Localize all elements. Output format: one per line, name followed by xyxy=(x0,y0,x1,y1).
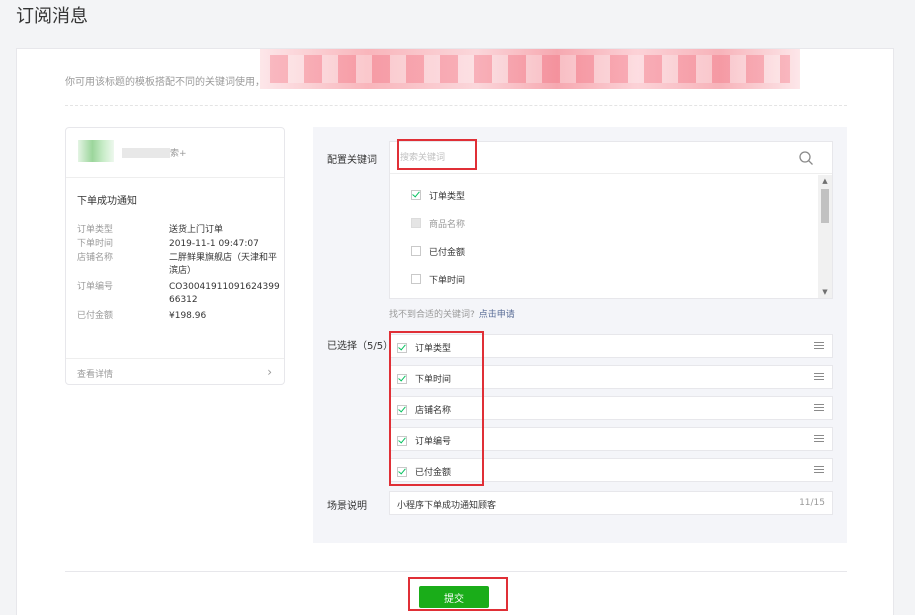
scroll-up-icon[interactable]: ▲ xyxy=(818,175,832,187)
selected-keyword-row[interactable]: 订单编号 xyxy=(389,427,833,451)
message-preview-card: 索+ 下单成功通知 订单类型 送货上门订单 下单时间 2019-11-1 09:… xyxy=(65,127,285,385)
checkbox-empty-icon[interactable] xyxy=(411,246,421,256)
drag-handle-icon[interactable] xyxy=(814,435,824,443)
submit-button[interactable]: 提交 xyxy=(419,586,489,608)
view-details-link[interactable]: 查看详情 › xyxy=(66,358,284,386)
selected-keyword-row[interactable]: 订单类型 xyxy=(389,334,833,358)
redacted-title-blur xyxy=(260,49,800,89)
scene-value: 小程序下单成功通知顾客 xyxy=(397,501,497,511)
keyword-picker: 订单类型 商品名称 已付金额 下单时间 ▲ ▼ xyxy=(389,141,833,299)
keyword-list: 订单类型 商品名称 已付金额 下单时间 xyxy=(390,175,818,298)
keywords-label: 配置关键词 xyxy=(327,155,377,166)
drag-handle-icon[interactable] xyxy=(814,342,824,350)
view-details-label: 查看详情 xyxy=(77,370,114,380)
drag-handle-icon[interactable] xyxy=(814,373,824,381)
checkbox-checked-icon[interactable] xyxy=(397,404,407,415)
selected-count-label: 已选择（5/5） xyxy=(327,341,394,352)
preview-title: 下单成功通知 xyxy=(77,196,137,207)
checkbox-empty-icon[interactable] xyxy=(411,274,421,284)
checkbox-checked-icon[interactable] xyxy=(397,466,407,477)
divider xyxy=(65,105,847,106)
keyword-option[interactable]: 已付金额 xyxy=(411,244,465,258)
preview-header: 索+ xyxy=(66,128,284,178)
drag-handle-icon[interactable] xyxy=(814,404,824,412)
drag-handle-icon[interactable] xyxy=(814,466,824,474)
scene-label: 场景说明 xyxy=(327,501,367,512)
search-icon[interactable] xyxy=(798,150,814,166)
selected-keyword-row[interactable]: 店铺名称 xyxy=(389,396,833,420)
checkbox-checked-icon[interactable] xyxy=(411,190,421,200)
scene-description-input[interactable]: 小程序下单成功通知顾客 11/15 xyxy=(389,491,833,515)
scene-char-count: 11/15 xyxy=(799,498,825,508)
checkbox-checked-icon[interactable] xyxy=(397,342,407,353)
checkbox-disabled-icon xyxy=(411,218,421,228)
keyword-search-input[interactable] xyxy=(400,148,760,168)
keyword-hint: 找不到合适的关键词? 点击申请 xyxy=(389,310,515,320)
keyword-option[interactable]: 订单类型 xyxy=(411,188,465,202)
chevron-right-icon: › xyxy=(267,365,272,379)
selected-keyword-row[interactable]: 已付金额 xyxy=(389,458,833,482)
checkbox-checked-icon[interactable] xyxy=(397,373,407,384)
keyword-list-scrollbar[interactable]: ▲ ▼ xyxy=(818,175,832,298)
redacted-name xyxy=(122,148,170,158)
preview-header-suffix: 索+ xyxy=(170,149,187,159)
scroll-down-icon[interactable]: ▼ xyxy=(818,286,832,298)
redacted-avatar xyxy=(78,140,114,162)
main-card: 你可用该标题的模板搭配不同的关键词使用， 索+ 下单成功通知 订单类型 送货上门… xyxy=(16,48,894,615)
keyword-option: 商品名称 xyxy=(411,216,465,230)
keyword-config-panel: 配置关键词 订单类型 商品名称 xyxy=(313,127,847,543)
selected-keyword-row[interactable]: 下单时间 xyxy=(389,365,833,389)
divider xyxy=(65,571,847,572)
keyword-option[interactable]: 下单时间 xyxy=(411,272,465,286)
page-title: 订阅消息 xyxy=(16,6,88,27)
checkbox-checked-icon[interactable] xyxy=(397,435,407,446)
apply-keyword-link[interactable]: 点击申请 xyxy=(479,310,515,320)
scroll-thumb[interactable] xyxy=(821,189,829,223)
template-description: 你可用该标题的模板搭配不同的关键词使用， xyxy=(65,77,265,88)
search-row xyxy=(390,142,832,174)
